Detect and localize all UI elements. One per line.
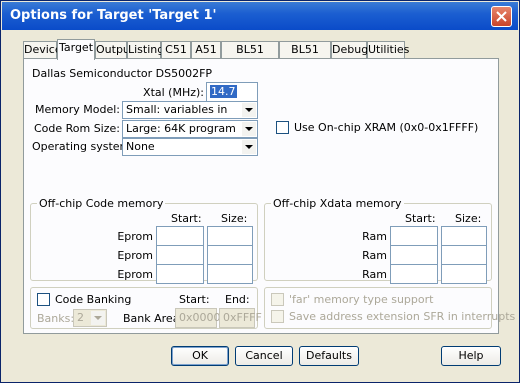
memory-model-label: Memory Model:: [35, 103, 120, 116]
ram-size-1[interactable]: [441, 226, 487, 246]
ram-label-2: Ram: [362, 249, 387, 262]
eprom-start-3[interactable]: [156, 264, 204, 284]
bank-end-input[interactable]: 0xFFFF: [219, 308, 262, 328]
target-panel: Dallas Semiconductor DS5002FP Xtal (MHz)…: [23, 58, 515, 334]
options-dialog: Options for Target 'Target 1' Device Tar…: [0, 0, 520, 383]
xdata-memory-group: Off-chip Xdata memory Start: Size: Ram R…: [264, 197, 492, 284]
code-memory-title: Off-chip Code memory: [37, 197, 166, 210]
ram-size-3[interactable]: [441, 264, 487, 284]
eprom-size-1[interactable]: [207, 226, 253, 246]
chevron-down-icon: [91, 311, 105, 325]
save-sfr-checkbox[interactable]: [271, 310, 284, 323]
memory-model-select[interactable]: Small: variables in DATA: [122, 101, 258, 132]
ram-start-2[interactable]: [390, 245, 438, 265]
tab-c51[interactable]: C51: [161, 41, 191, 59]
code-banking-group: Code Banking Start: End: Banks: 2 Bank A…: [30, 287, 262, 329]
bank-start-header: Start:: [179, 293, 210, 306]
ram-size-2[interactable]: [441, 245, 487, 265]
xdata-size-header: Size:: [455, 212, 482, 225]
chevron-down-icon: [242, 140, 256, 154]
banks-select[interactable]: 2: [73, 309, 107, 327]
chevron-down-icon: [242, 103, 256, 117]
ram-start-3[interactable]: [390, 264, 438, 284]
xdata-memory-title: Off-chip Xdata memory: [271, 197, 404, 210]
cancel-button[interactable]: Cancel: [235, 346, 293, 366]
tab-target[interactable]: Target: [57, 39, 95, 60]
extended-options-group: 'far' memory type support Save address e…: [264, 287, 515, 329]
code-start-header: Start:: [171, 212, 202, 225]
eprom-label-2: Eprom: [117, 249, 153, 262]
window-title: Options for Target 'Target 1': [10, 8, 217, 23]
code-banking-label: Code Banking: [55, 293, 132, 306]
onchip-xram-checkbox[interactable]: [276, 121, 289, 134]
device-name: Dallas Semiconductor DS5002FP: [32, 67, 213, 80]
code-rom-select[interactable]: Large: 64K program: [122, 120, 258, 138]
code-rom-label: Code Rom Size:: [33, 122, 120, 135]
xdata-start-header: Start:: [405, 212, 436, 225]
eprom-label-1: Eprom: [117, 230, 153, 243]
bank-end-header: End:: [225, 293, 250, 306]
eprom-size-2[interactable]: [207, 245, 253, 265]
eprom-size-3[interactable]: [207, 264, 253, 284]
defaults-button[interactable]: Defaults: [299, 346, 359, 366]
code-size-header: Size:: [221, 212, 248, 225]
close-icon: [496, 11, 507, 22]
save-sfr-label: Save address extension SFR in interrupts: [289, 310, 516, 323]
tab-output[interactable]: Output: [95, 41, 134, 59]
tab-utilities[interactable]: Utilities: [367, 41, 409, 59]
tab-bl51-misc[interactable]: BL51 Misc: [279, 41, 331, 72]
code-banking-checkbox[interactable]: [37, 293, 50, 306]
tab-listing[interactable]: Listing: [127, 41, 164, 59]
tab-debug[interactable]: Debug: [331, 41, 368, 59]
banks-label: Banks:: [37, 312, 75, 325]
far-memory-checkbox[interactable]: [271, 293, 284, 306]
close-button[interactable]: [491, 6, 512, 27]
ok-button[interactable]: OK: [171, 346, 229, 366]
ram-label-3: Ram: [362, 268, 387, 281]
onchip-xram-label: Use On-chip XRAM (0x0-0x1FFFF): [294, 121, 479, 134]
os-select[interactable]: None: [122, 138, 258, 156]
eprom-start-1[interactable]: [156, 226, 204, 246]
tab-a51[interactable]: A51: [191, 41, 221, 59]
tab-bl51-locate[interactable]: BL51 Locate: [221, 41, 279, 72]
title-bar: Options for Target 'Target 1': [2, 2, 518, 30]
chevron-down-icon: [242, 122, 256, 136]
code-memory-group: Off-chip Code memory Start: Size: Eprom …: [30, 197, 258, 284]
tab-device[interactable]: Device: [23, 41, 62, 59]
xtal-label: Xtal (MHz):: [143, 86, 204, 99]
bank-start-input[interactable]: 0x0000: [175, 308, 221, 328]
ram-label-1: Ram: [362, 230, 387, 243]
far-memory-label: 'far' memory type support: [289, 293, 434, 306]
os-label: Operating system:: [32, 140, 134, 153]
xtal-input[interactable]: 14.7: [206, 82, 258, 102]
ram-start-1[interactable]: [390, 226, 438, 246]
eprom-start-2[interactable]: [156, 245, 204, 265]
eprom-label-3: Eprom: [117, 268, 153, 281]
help-button[interactable]: Help: [441, 346, 501, 366]
